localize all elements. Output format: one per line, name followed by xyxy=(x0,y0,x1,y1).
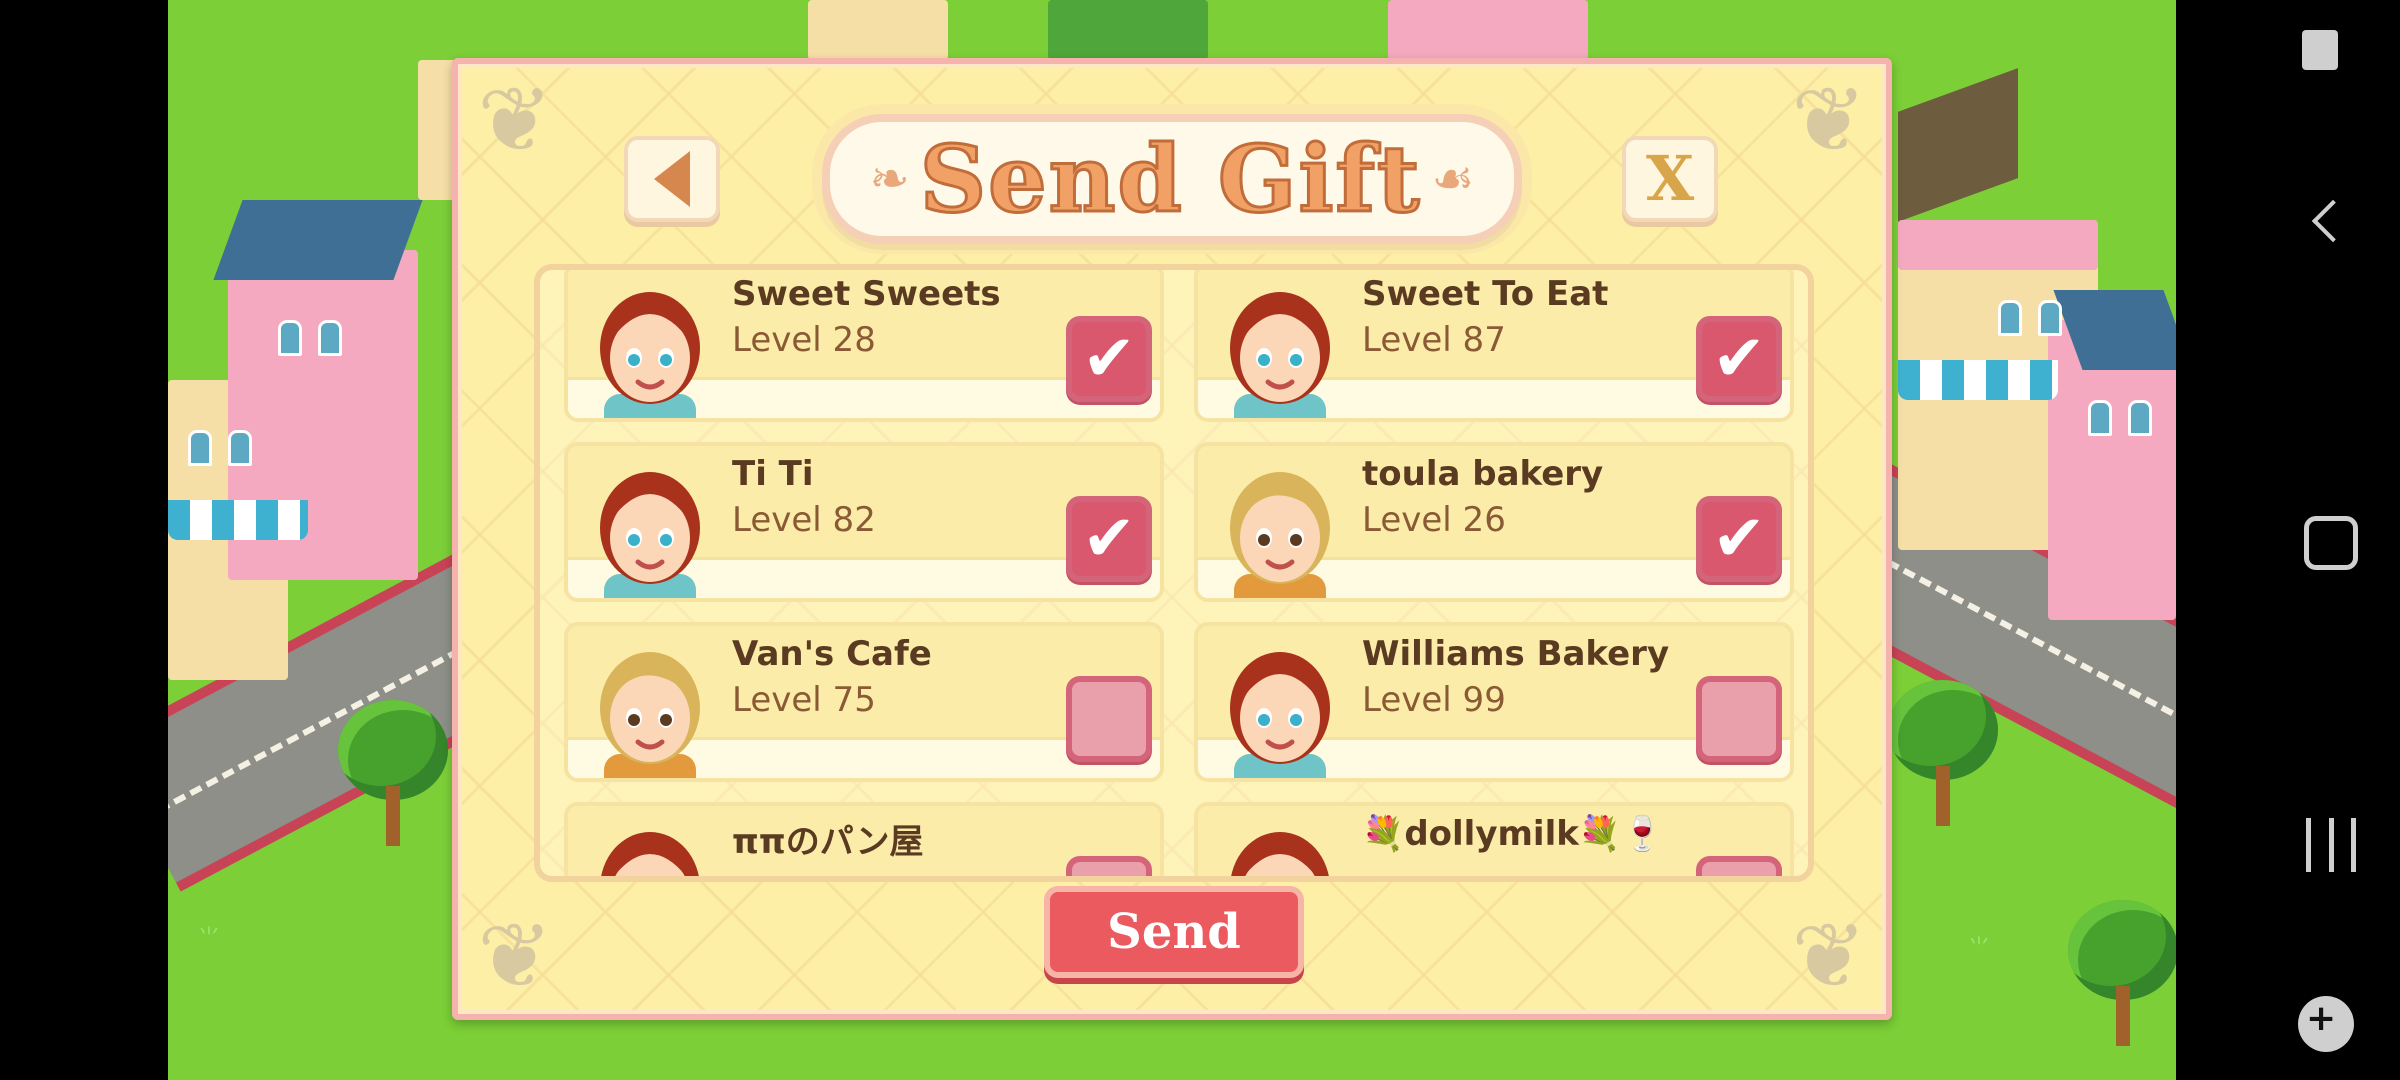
friend-level: Level 87 xyxy=(1362,320,1506,360)
window xyxy=(318,320,342,356)
friend-card[interactable]: Williams Bakery Level 99 xyxy=(1194,622,1794,782)
avatar xyxy=(582,814,718,876)
arrow-left-icon xyxy=(654,151,690,207)
screen-touch-icon[interactable] xyxy=(2302,30,2338,70)
friend-name: Ti Ti xyxy=(732,454,814,494)
nav-recents-icon[interactable] xyxy=(2306,818,2356,872)
awning xyxy=(168,500,308,540)
friend-name: Williams Bakery xyxy=(1362,634,1670,674)
friend-card[interactable]: 💐dollymilk💐🍷 xyxy=(1194,802,1794,876)
friend-list[interactable]: Sweet Sweets Level 28 ✔ Sweet To Eat Level 8… xyxy=(534,264,1814,882)
friend-card[interactable]: Van's Cafe Level 75 xyxy=(564,622,1164,782)
select-checkbox[interactable]: ✔ xyxy=(1696,496,1782,582)
system-nav-bar xyxy=(2176,0,2400,1080)
corner-ornament-icon: ❦ xyxy=(1791,904,1867,1009)
window xyxy=(278,320,302,356)
close-button[interactable]: X xyxy=(1622,136,1718,222)
friend-name: Sweet Sweets xyxy=(732,274,1001,314)
friend-card[interactable]: Sweet Sweets Level 28 ✔ xyxy=(564,270,1164,422)
awning xyxy=(1898,360,2058,400)
window xyxy=(228,430,252,466)
back-button[interactable] xyxy=(624,136,720,222)
corner-ornament-icon: ❦ xyxy=(1791,68,1867,173)
friend-level: Level 82 xyxy=(732,500,876,540)
building xyxy=(808,0,948,60)
select-checkbox[interactable]: ✔ xyxy=(1066,316,1152,402)
friend-level: Level 75 xyxy=(732,680,876,720)
flourish-icon: ❧ xyxy=(869,151,910,207)
avatar xyxy=(1212,274,1348,418)
game-tools-icon[interactable] xyxy=(2298,996,2354,1052)
select-checkbox[interactable] xyxy=(1696,676,1782,762)
grass-icon: ⺌ xyxy=(198,926,221,951)
avatar xyxy=(1212,454,1348,598)
avatar xyxy=(1212,814,1348,876)
grass-icon: ⺌ xyxy=(1968,936,1991,961)
avatar xyxy=(582,274,718,418)
friend-name: Van's Cafe xyxy=(732,634,932,674)
window xyxy=(2128,400,2152,436)
send-gift-dialog: ❦ ❦ ❦ ❦ ❧ Send Gift ☙ X Sweet Sweets Leve… xyxy=(452,58,1892,1020)
avatar xyxy=(1212,634,1348,778)
friend-name: ππのパン屋 xyxy=(732,822,924,862)
select-checkbox[interactable] xyxy=(1696,856,1782,876)
flourish-icon: ☙ xyxy=(1431,151,1475,207)
friend-level: Level 26 xyxy=(1362,500,1506,540)
hedge xyxy=(1048,0,1208,60)
friend-card[interactable]: ππのパン屋 xyxy=(564,802,1164,876)
avatar xyxy=(582,454,718,598)
checkmark-icon: ✔ xyxy=(1712,322,1766,396)
friend-card[interactable]: Sweet To Eat Level 87 ✔ xyxy=(1194,270,1794,422)
select-checkbox[interactable]: ✔ xyxy=(1066,496,1152,582)
select-checkbox[interactable] xyxy=(1066,856,1152,876)
friend-name: 💐dollymilk💐🍷 xyxy=(1362,814,1664,854)
corner-ornament-icon: ❦ xyxy=(477,68,553,173)
building xyxy=(1388,0,1588,60)
nav-home-icon[interactable] xyxy=(2304,516,2358,570)
dialog-title: Send Gift xyxy=(918,125,1422,233)
checkmark-icon: ✔ xyxy=(1082,322,1136,396)
avatar xyxy=(582,634,718,778)
send-button[interactable]: Send xyxy=(1044,886,1304,978)
title-banner: ❧ Send Gift ☙ xyxy=(822,114,1522,244)
friend-level: Level 28 xyxy=(732,320,876,360)
checkmark-icon: ✔ xyxy=(1082,502,1136,576)
friend-level: Level 99 xyxy=(1362,680,1506,720)
window xyxy=(1998,300,2022,336)
close-icon: X xyxy=(1645,142,1695,215)
friend-name: Sweet To Eat xyxy=(1362,274,1609,314)
friend-card[interactable]: toula bakery Level 26 ✔ xyxy=(1194,442,1794,602)
friend-name: toula bakery xyxy=(1362,454,1604,494)
roof xyxy=(1898,68,2018,222)
select-checkbox[interactable] xyxy=(1066,676,1152,762)
checkmark-icon: ✔ xyxy=(1712,502,1766,576)
corner-ornament-icon: ❦ xyxy=(477,904,553,1009)
window xyxy=(188,430,212,466)
friend-card[interactable]: Ti Ti Level 82 ✔ xyxy=(564,442,1164,602)
window xyxy=(2088,400,2112,436)
window xyxy=(2038,300,2062,336)
building-roof xyxy=(1898,220,2098,270)
roof xyxy=(213,200,423,280)
select-checkbox[interactable]: ✔ xyxy=(1696,316,1782,402)
